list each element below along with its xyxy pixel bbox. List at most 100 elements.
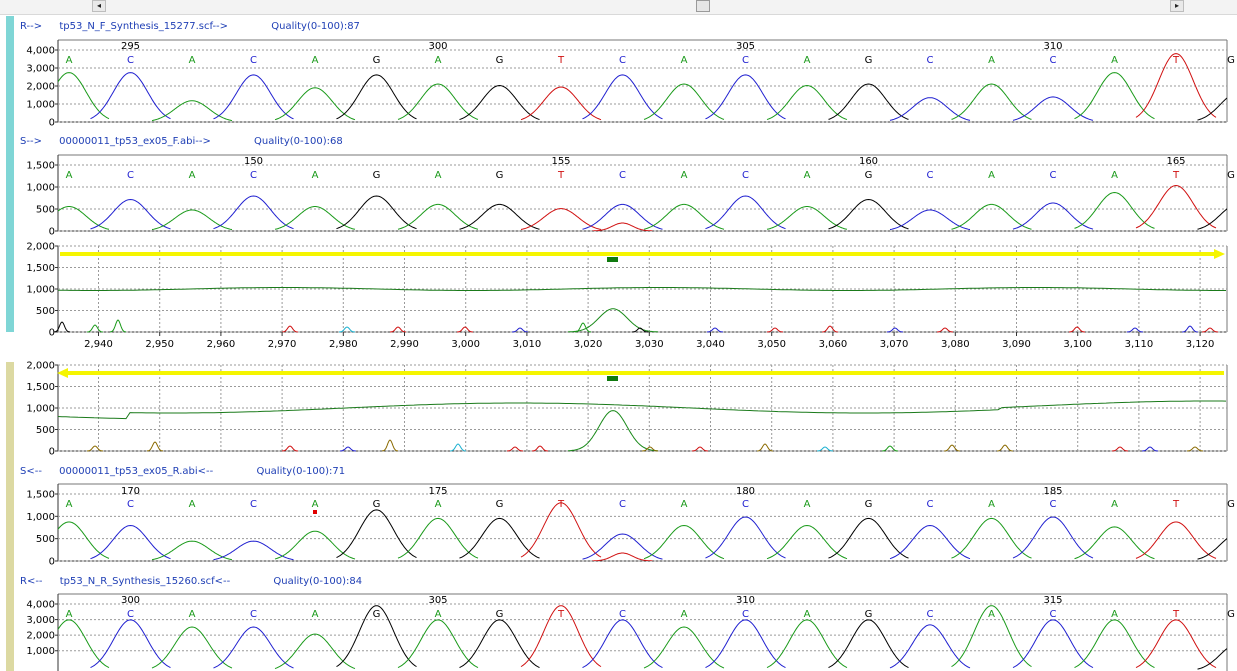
base-call: C (619, 499, 626, 510)
peak (766, 619, 848, 669)
base-call: C (127, 170, 134, 181)
peak (1135, 619, 1217, 669)
base-call: A (312, 499, 319, 510)
base-call: A (988, 609, 995, 620)
base-call: G (373, 55, 381, 66)
base-call: A (66, 499, 73, 510)
x-tick-label: 3,100 (1063, 339, 1092, 350)
base-call: C (250, 609, 257, 620)
base-call: G (1227, 499, 1235, 510)
base-call: A (435, 170, 442, 181)
peak (828, 83, 909, 120)
peak (889, 524, 971, 560)
noise-peak (1201, 327, 1219, 333)
peak (90, 524, 171, 560)
y-tick-label: 1,500 (26, 490, 55, 501)
base-call: G (865, 55, 873, 66)
quality-trace (57, 400, 1227, 420)
peak (336, 509, 417, 559)
peak (213, 74, 294, 120)
base-call: A (435, 609, 442, 620)
y-tick-label: 1,000 (26, 646, 55, 657)
noise-peak (1141, 446, 1159, 452)
peak (274, 530, 356, 560)
y-tick-label: 1,000 (26, 512, 55, 523)
read-direction-arrow (57, 368, 68, 378)
base-call: T (557, 170, 565, 181)
peak (90, 72, 171, 120)
y-tick-label: 500 (36, 205, 55, 216)
peak (397, 83, 479, 120)
x-tick-label: 2,980 (329, 339, 358, 350)
noise-peak (706, 327, 724, 333)
base-call: C (1050, 55, 1057, 66)
chromatogram-canvas[interactable]: 4,000 3,000 2,000 1,000 0 295 300 305 310 A C A C A G A… (0, 0, 1237, 671)
peak (592, 552, 653, 561)
x-tick-label: 3,030 (635, 339, 664, 350)
noise-peak (1068, 326, 1086, 333)
base-call: A (66, 609, 73, 620)
base-call: A (988, 55, 995, 66)
base-call: C (742, 609, 749, 620)
noise-peak (281, 325, 299, 333)
base-call: T (1172, 55, 1180, 66)
base-call: C (927, 499, 934, 510)
x-tick-label: 3,010 (513, 339, 542, 350)
noise-peak (339, 446, 357, 452)
x-tick-label: 2,990 (390, 339, 419, 350)
position-label: 305 (428, 595, 447, 606)
base-call: A (189, 55, 196, 66)
base-call: A (681, 499, 688, 510)
peak (274, 633, 356, 669)
base-call: A (681, 170, 688, 181)
signal-peak (567, 308, 659, 333)
base-call: T (557, 609, 565, 620)
peak (336, 195, 417, 230)
peak (889, 97, 971, 121)
base-call: C (742, 55, 749, 66)
peak (1197, 97, 1227, 121)
base-call: G (1227, 55, 1235, 66)
base-call: C (127, 55, 134, 66)
base-call: A (189, 170, 196, 181)
base-call: G (865, 609, 873, 620)
noise-peak (766, 327, 784, 333)
base-call: C (742, 170, 749, 181)
x-tick-label: 2,960 (207, 339, 236, 350)
base-call: C (619, 170, 626, 181)
y-tick-label: 0 (49, 328, 55, 339)
base-call: A (988, 499, 995, 510)
noise-peak (389, 326, 407, 333)
noise-peak (936, 327, 954, 333)
x-tick-label: 3,080 (941, 339, 970, 350)
noise-peak (506, 446, 524, 452)
position-label: 170 (121, 486, 140, 497)
base-call: T (557, 499, 565, 510)
base-call: A (681, 609, 688, 620)
base-call: G (865, 170, 873, 181)
noise-peak (756, 443, 774, 452)
base-call: C (250, 499, 257, 510)
noise-peak (511, 327, 529, 333)
noise-peak (691, 446, 709, 452)
peak (951, 83, 1032, 120)
y-tick-label: 1,000 (26, 183, 55, 194)
noise-peak (146, 441, 164, 452)
position-label: 185 (1043, 486, 1062, 497)
peak (828, 619, 909, 669)
base-call: A (804, 55, 811, 66)
peak-traces (58, 502, 1227, 561)
peak (828, 198, 909, 230)
noise-peak (996, 444, 1014, 452)
noise-peak (381, 439, 399, 452)
peak (58, 619, 110, 669)
y-tick-label: 3,000 (26, 615, 55, 626)
peak (520, 208, 602, 230)
x-tick-label: 3,050 (757, 339, 786, 350)
base-call: G (373, 499, 381, 510)
peak (459, 84, 540, 120)
x-tick-label: 3,070 (880, 339, 909, 350)
peak (1012, 516, 1094, 559)
base-call: C (619, 55, 626, 66)
base-call: C (1050, 170, 1057, 181)
